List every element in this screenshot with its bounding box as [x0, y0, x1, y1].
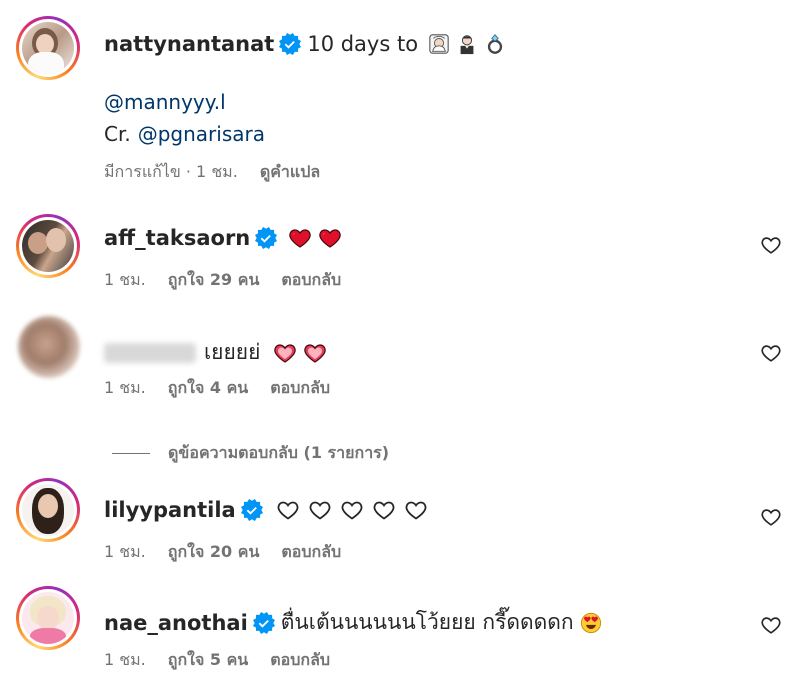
- view-replies-button[interactable]: ดูข้อความตอบกลับ (1 รายการ): [112, 441, 389, 466]
- post-username[interactable]: nattynantanat: [104, 32, 274, 56]
- comment-username[interactable]: nae_anothai: [104, 611, 248, 635]
- verified-badge-icon: [279, 33, 301, 55]
- ring-icon: [487, 34, 503, 54]
- view-replies-label[interactable]: ดูข้อความตอบกลับ (1 รายการ): [168, 441, 389, 466]
- translate-button[interactable]: ดูคำแปล: [260, 160, 320, 185]
- pink-heart-icon: [272, 341, 298, 365]
- avatar[interactable]: [16, 214, 80, 278]
- divider-line: [112, 453, 150, 454]
- white-heart-icon: [371, 498, 397, 522]
- comment-item: lilyypantila 1 ชม. ถูกใจ 20 คน ตอบกลับ: [0, 478, 800, 568]
- white-heart-icon: [403, 498, 429, 522]
- avatar[interactable]: [16, 16, 80, 80]
- heart-icon[interactable]: [760, 234, 782, 256]
- heart-icon[interactable]: [760, 342, 782, 364]
- pink-heart-icon: [302, 341, 328, 365]
- white-heart-icon: [339, 498, 365, 522]
- avatar[interactable]: [16, 586, 80, 650]
- credit-prefix: Cr.: [104, 122, 131, 146]
- blurred-username[interactable]: [104, 342, 196, 363]
- comment-item: aff_taksaorn 1 ชม. ถูกใจ 29 คน ตอบกลับ: [0, 210, 800, 300]
- avatar[interactable]: [18, 316, 80, 378]
- comment-text: เยยยย่: [204, 340, 261, 364]
- reply-button[interactable]: ตอบกลับ: [270, 376, 330, 401]
- heart-icon[interactable]: [760, 506, 782, 528]
- groom-icon: [460, 35, 474, 55]
- verified-badge-icon: [255, 227, 277, 249]
- reply-button[interactable]: ตอบกลับ: [281, 540, 341, 565]
- white-heart-icon: [275, 498, 301, 522]
- likes-count[interactable]: ถูกใจ 20 คน: [168, 540, 260, 565]
- heart-icon[interactable]: [760, 614, 782, 636]
- comment-time: 1 ชม.: [104, 270, 146, 289]
- verified-badge-icon: [253, 612, 275, 634]
- post-meta-time: มีการแก้ไข · 1 ชม.: [104, 162, 238, 181]
- likes-count[interactable]: ถูกใจ 4 คน: [168, 376, 248, 401]
- reply-button[interactable]: ตอบกลับ: [281, 268, 341, 293]
- likes-count[interactable]: ถูกใจ 29 คน: [168, 268, 260, 293]
- comment-time: 1 ชม.: [104, 378, 146, 397]
- comment-time: 1 ชม.: [104, 650, 146, 669]
- caption-text: 10 days to: [307, 32, 419, 56]
- post-caption: nattynantanat 10 days to @mannyyy.l Cr. …: [0, 0, 800, 200]
- likes-count[interactable]: ถูกใจ 5 คน: [168, 648, 248, 673]
- reply-button[interactable]: ตอบกลับ: [270, 648, 330, 673]
- comment-item: เยยยย่ 1 ชม. ถูกใจ 4 คน ตอบกลับ: [0, 316, 800, 406]
- comment-username[interactable]: aff_taksaorn: [104, 226, 250, 250]
- red-heart-icon: [287, 226, 313, 250]
- comment-time: 1 ชม.: [104, 542, 146, 561]
- credit-mention-link[interactable]: @pgnarisara: [138, 122, 265, 146]
- avatar[interactable]: [16, 478, 80, 542]
- bride-icon: [429, 34, 449, 54]
- mention-link[interactable]: @mannyyy.l: [104, 90, 226, 114]
- white-heart-icon: [307, 498, 333, 522]
- verified-badge-icon: [241, 499, 263, 521]
- red-heart-icon: [317, 226, 343, 250]
- comment-username[interactable]: lilyypantila: [104, 498, 236, 522]
- heart-eyes-emoji-icon: [580, 612, 601, 633]
- comment-item: nae_anothai ตื่นเต้นนนนนนโว้ยยย กรี๊ดดดด…: [0, 586, 800, 676]
- comment-text: ตื่นเต้นนนนนนโว้ยยย กรี๊ดดดดก: [280, 610, 574, 634]
